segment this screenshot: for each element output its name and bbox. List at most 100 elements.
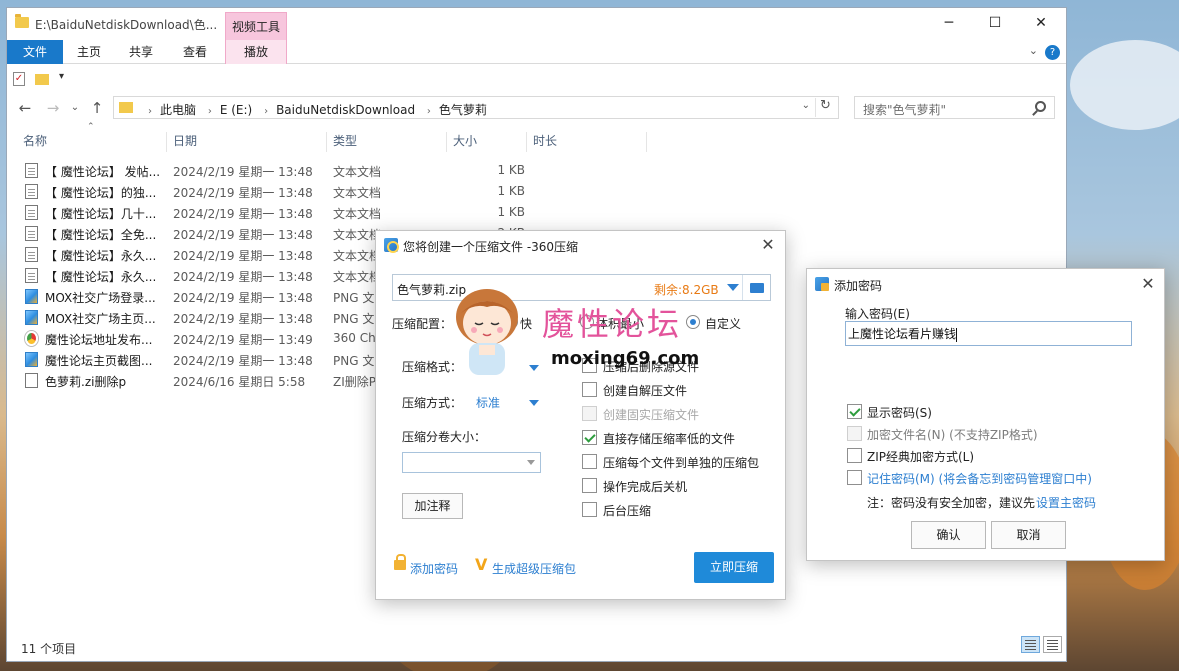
- dialog-title-bar[interactable]: 您将创建一个压缩文件 -360压缩 ✕: [376, 231, 785, 259]
- back-icon[interactable]: ←: [15, 98, 35, 118]
- archive-name-field[interactable]: 色气萝莉.zip 剩余:8.2GB: [392, 274, 771, 301]
- chevron-down-icon[interactable]: ⌄: [1029, 44, 1038, 57]
- file-row[interactable]: 【 魔性论坛】的独... 2024/2/19 星期一 13:48 文本文档 1 KB: [17, 181, 537, 202]
- tab-share[interactable]: 共享: [117, 40, 165, 64]
- up-icon[interactable]: ↑: [87, 98, 107, 118]
- option-checkbox[interactable]: [582, 430, 597, 445]
- close-icon[interactable]: ✕: [1138, 274, 1158, 294]
- minimize-icon[interactable]: ─: [926, 12, 972, 36]
- option-label: 操作完成后关机: [603, 480, 688, 494]
- add-password-link[interactable]: 添加密码: [410, 560, 458, 577]
- chevron-right-icon: ›: [148, 106, 152, 117]
- option-label: 直接存储压缩率低的文件: [603, 432, 736, 446]
- file-date: 2024/2/19 星期一 13:48: [173, 207, 313, 221]
- password-option-checkbox[interactable]: [847, 404, 862, 419]
- option-checkbox[interactable]: [582, 382, 597, 397]
- crumb-current[interactable]: 色气萝莉: [439, 103, 487, 117]
- config-custom-label: 自定义: [705, 317, 742, 331]
- search-icon: [1035, 101, 1046, 112]
- new-folder-icon[interactable]: [35, 74, 49, 85]
- tab-view[interactable]: 查看: [171, 40, 219, 64]
- compress-now-button[interactable]: 立即压缩: [694, 552, 774, 583]
- option-checkbox[interactable]: [582, 502, 597, 517]
- chevron-right-icon: ›: [207, 106, 212, 117]
- file-row[interactable]: 【 魔性论坛】 发帖... 2024/2/19 星期一 13:48 文本文档 1 KB: [17, 160, 537, 181]
- recent-dropdown-icon[interactable]: ⌄: [65, 98, 85, 118]
- remember-password-link[interactable]: 记住密码(M) (将会备忘到密码管理窗口中): [867, 470, 1092, 487]
- help-icon[interactable]: ?: [1045, 45, 1060, 60]
- remember-password-checkbox[interactable]: [847, 470, 862, 485]
- search-input[interactable]: 搜索"色气萝莉": [854, 96, 1055, 119]
- address-bar[interactable]: › 此电脑 › E (E:) › BaiduNetdiskDownload › 色气萝莉…: [113, 96, 839, 119]
- ribbon: 文件 主页 共享 查看 播放 ⌄ ?: [7, 40, 1066, 64]
- txt-file-icon: [25, 247, 38, 262]
- chevron-down-icon[interactable]: [727, 284, 739, 291]
- config-smallest-radio[interactable]: [580, 315, 594, 329]
- method-select[interactable]: 标准: [476, 394, 500, 411]
- close-icon[interactable]: ✕: [1018, 12, 1064, 36]
- png-file-icon: [25, 352, 38, 367]
- window-title: E:\BaiduNetdiskDownload\色...: [35, 18, 218, 32]
- item-count: 11 个项目: [21, 642, 77, 656]
- html-file-icon: [25, 331, 38, 346]
- confirm-button[interactable]: 确认: [911, 521, 986, 549]
- file-name: 【 魔性论坛】 发帖...: [45, 165, 161, 179]
- file-name: 【 魔性论坛】全免...: [45, 228, 157, 242]
- txt-file-icon: [25, 205, 38, 220]
- crumb-folder[interactable]: BaiduNetdiskDownload: [276, 103, 415, 117]
- super-zip-link[interactable]: 生成超级压缩包: [492, 560, 576, 577]
- volume-size-select[interactable]: [402, 452, 541, 473]
- column-name[interactable]: 名称: [17, 132, 167, 152]
- column-date[interactable]: 日期: [167, 132, 327, 152]
- config-custom-radio[interactable]: [686, 315, 700, 329]
- column-type[interactable]: 类型: [327, 132, 447, 152]
- column-size[interactable]: 大小: [447, 132, 527, 152]
- title-bar[interactable]: E:\BaiduNetdiskDownload\色... 视频工具 ─ ☐ ✕: [7, 8, 1066, 40]
- chevron-down-icon[interactable]: [527, 460, 535, 465]
- close-icon[interactable]: ✕: [757, 234, 779, 256]
- browse-folder-icon[interactable]: [742, 275, 770, 300]
- properties-icon[interactable]: ✓: [13, 72, 25, 86]
- tab-file[interactable]: 文件: [7, 40, 63, 64]
- set-master-password-link[interactable]: 设置主密码: [1036, 494, 1096, 511]
- chevron-down-icon[interactable]: ⌄: [802, 100, 810, 111]
- option-label: 后台压缩: [603, 504, 652, 518]
- chevron-right-icon: ›: [426, 106, 431, 117]
- zip360-icon: [384, 238, 399, 253]
- details-view-icon[interactable]: [1021, 636, 1040, 653]
- cancel-button[interactable]: 取消: [991, 521, 1066, 549]
- refresh-icon[interactable]: ↻: [815, 98, 835, 117]
- crumb-drive[interactable]: E (E:): [220, 103, 252, 117]
- password-input[interactable]: 上魔性论坛看片赚钱: [845, 321, 1132, 346]
- config-fast-radio[interactable]: [504, 315, 518, 329]
- option-checkbox[interactable]: [582, 454, 597, 469]
- file-row[interactable]: 【 魔性论坛】几十... 2024/2/19 星期一 13:48 文本文档 1 KB: [17, 202, 537, 223]
- file-name: 魔性论坛地址发布...: [45, 333, 153, 347]
- password-option-label: 加密文件名(N) (不支持ZIP格式): [867, 428, 1038, 442]
- column-duration[interactable]: 时长: [527, 132, 647, 152]
- disk-remaining: 剩余:8.2GB: [654, 283, 719, 297]
- sort-ascending-icon: ⌃: [87, 122, 95, 132]
- customize-qat-icon[interactable]: ▾: [59, 71, 64, 82]
- file-name: 【 魔性论坛】永久...: [45, 249, 157, 263]
- compress-dialog: 您将创建一个压缩文件 -360压缩 ✕ 色气萝莉.zip 剩余:8.2GB 压缩…: [375, 230, 786, 600]
- tab-home[interactable]: 主页: [65, 40, 113, 64]
- config-label: 压缩配置：: [392, 317, 453, 331]
- format-dropdown-icon[interactable]: [529, 365, 539, 371]
- file-name: 【 魔性论坛】的独...: [45, 186, 157, 200]
- crumb-this-pc[interactable]: 此电脑: [160, 103, 196, 117]
- maximize-icon[interactable]: ☐: [972, 12, 1018, 36]
- password-option-checkbox[interactable]: [847, 448, 862, 463]
- file-date: 2024/2/19 星期一 13:48: [173, 312, 313, 326]
- txt-file-icon: [25, 163, 38, 178]
- forward-icon[interactable]: →: [43, 98, 63, 118]
- file-name: 【 魔性论坛】永久...: [45, 270, 157, 284]
- option-label: 压缩后删除源文件: [603, 360, 700, 374]
- option-checkbox[interactable]: [582, 478, 597, 493]
- file-date: 2024/2/19 星期一 13:48: [173, 165, 313, 179]
- option-checkbox[interactable]: [582, 358, 597, 373]
- add-comment-button[interactable]: 加注释: [402, 493, 463, 519]
- method-dropdown-icon[interactable]: [529, 400, 539, 406]
- large-icons-view-icon[interactable]: [1043, 636, 1062, 653]
- tab-play[interactable]: 播放: [225, 40, 287, 64]
